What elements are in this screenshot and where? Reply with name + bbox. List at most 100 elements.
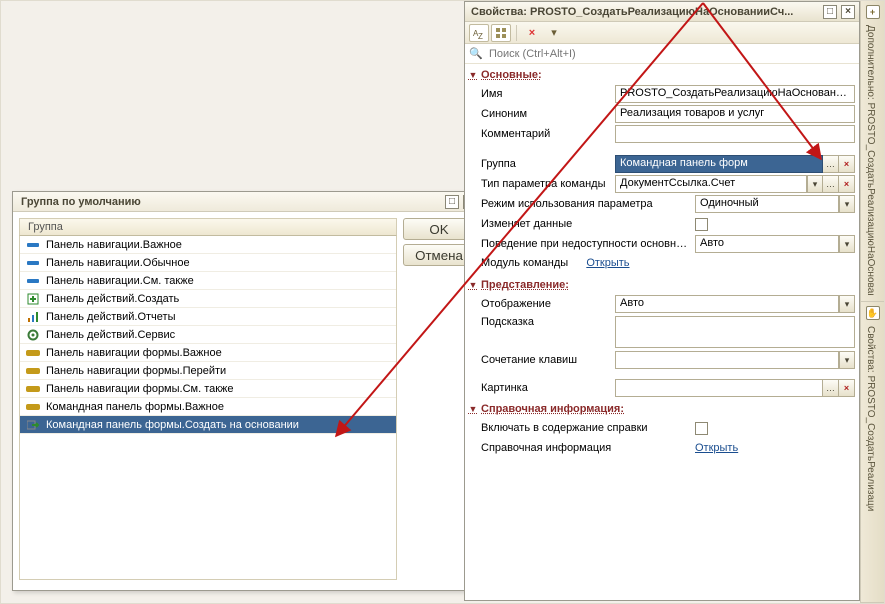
section-help-header[interactable]: ▼ Справочная информация:	[465, 400, 859, 418]
label-unavailability: Поведение при недоступности основного	[481, 238, 689, 250]
nav-seealso-icon	[26, 275, 40, 287]
hand-icon: ✋	[866, 306, 880, 320]
sort-az-icon[interactable]: AZ	[469, 24, 489, 42]
label-param-type: Тип параметра команды	[481, 178, 609, 190]
list-item[interactable]: Панель действий.Создать	[20, 290, 396, 308]
label-display: Отображение	[481, 298, 609, 310]
default-group-dialog: Группа по умолчанию □ × Группа Панель на…	[12, 191, 482, 591]
maximize-button[interactable]: □	[445, 195, 459, 209]
checkbox-include-help[interactable]	[695, 422, 708, 435]
side-tab-properties[interactable]: ✋ Свойства: PROSTO_СоздатьРеализаци	[861, 302, 884, 603]
label-comment: Комментарий	[481, 128, 609, 140]
list-item[interactable]: Панель навигации формы.Важное	[20, 344, 396, 362]
link-open-help[interactable]: Открыть	[695, 442, 738, 454]
field-unavailability[interactable]: Авто	[695, 235, 839, 253]
properties-titlebar: Свойства: PROSTO_СоздатьРеализациюНаОсно…	[465, 2, 859, 22]
clear-icon[interactable]: ×	[522, 24, 542, 42]
link-open-module[interactable]: Открыть	[586, 257, 629, 269]
clear-field-button[interactable]: ×	[839, 379, 855, 397]
label-synonym: Синоним	[481, 108, 609, 120]
list-column-header[interactable]: Группа	[19, 218, 397, 236]
label-param-mode: Режим использования параметра	[481, 198, 689, 210]
field-picture[interactable]	[615, 379, 823, 397]
properties-toolbar: AZ × ▾	[465, 22, 859, 44]
list-item-label: Панель действий.Сервис	[46, 329, 175, 341]
list-item-label: Панель навигации формы.См. также	[46, 383, 234, 395]
list-item[interactable]: Командная панель формы.Создать на основа…	[20, 416, 396, 434]
group-list[interactable]: Панель навигации.Важное Панель навигации.…	[19, 236, 397, 580]
dropdown-button[interactable]: ▾	[807, 175, 823, 193]
side-tab-additional[interactable]: + Дополнительно: PROSTO_СоздатьРеализаци…	[861, 1, 884, 302]
list-item-label: Панель действий.Отчеты	[46, 311, 176, 323]
list-item[interactable]: Панель навигации формы.См. также	[20, 380, 396, 398]
ellipsis-button[interactable]: …	[823, 155, 839, 173]
dropdown-button[interactable]: ▾	[839, 235, 855, 253]
maximize-button[interactable]: □	[823, 5, 837, 19]
list-item-label: Панель навигации формы.Перейти	[46, 365, 226, 377]
categorize-icon[interactable]	[491, 24, 511, 42]
section-main-header[interactable]: ▼ Основные:	[465, 66, 859, 84]
list-item-label: Панель навигации.См. также	[46, 275, 194, 287]
label-include-help: Включать в содержание справки	[481, 422, 689, 434]
list-item-label: Командная панель формы.Создать на основа…	[46, 419, 299, 431]
field-hint[interactable]	[615, 316, 855, 348]
list-item[interactable]: Командная панель формы.Важное	[20, 398, 396, 416]
collapse-icon[interactable]: ▼	[467, 279, 479, 291]
field-shortcut[interactable]	[615, 351, 839, 369]
field-param-type[interactable]: ДокументСсылка.Счет	[615, 175, 807, 193]
label-help-ref: Справочная информация	[481, 442, 689, 454]
label-hint: Подсказка	[481, 316, 609, 328]
dropdown-button[interactable]: ▾	[839, 295, 855, 313]
properties-title: Свойства: PROSTO_СоздатьРеализациюНаОсно…	[471, 6, 823, 18]
list-item-label: Панель навигации.Обычное	[46, 257, 190, 269]
label-shortcut: Сочетание клавиш	[481, 354, 609, 366]
form-nav-goto-icon	[26, 365, 40, 377]
form-cmd-create-icon	[26, 419, 40, 431]
dropdown-icon[interactable]: ▾	[544, 24, 564, 42]
action-reports-icon	[26, 311, 40, 323]
label-picture: Картинка	[481, 382, 609, 394]
list-item-label: Командная панель формы.Важное	[46, 401, 224, 413]
search-row: 🔍	[465, 44, 859, 64]
field-param-mode[interactable]: Одиночный	[695, 195, 839, 213]
dialog-title: Группа по умолчанию	[21, 196, 445, 208]
svg-text:Z: Z	[478, 32, 483, 39]
list-item[interactable]: Панель навигации.Важное	[20, 236, 396, 254]
form-cmd-important-icon	[26, 401, 40, 413]
ellipsis-button[interactable]: …	[823, 379, 839, 397]
clear-field-button[interactable]: ×	[839, 155, 855, 173]
nav-important-icon	[26, 239, 40, 251]
plus-icon: +	[866, 5, 880, 19]
collapse-icon[interactable]: ▼	[467, 69, 479, 81]
label-module: Модуль команды	[481, 257, 568, 269]
list-item[interactable]: Панель действий.Отчеты	[20, 308, 396, 326]
list-item[interactable]: Панель навигации.См. также	[20, 272, 396, 290]
field-comment[interactable]	[615, 125, 855, 143]
field-display[interactable]: Авто	[615, 295, 839, 313]
field-group[interactable]: Командная панель форм	[615, 155, 823, 173]
properties-panel: Свойства: PROSTO_СоздатьРеализациюНаОсно…	[464, 1, 860, 601]
dropdown-button[interactable]: ▾	[839, 351, 855, 369]
clear-field-button[interactable]: ×	[839, 175, 855, 193]
search-input[interactable]	[487, 46, 855, 62]
search-icon: 🔍	[469, 47, 483, 61]
list-item-label: Панель навигации формы.Важное	[46, 347, 222, 359]
list-item[interactable]: Панель навигации.Обычное	[20, 254, 396, 272]
checkbox-changes-data[interactable]	[695, 218, 708, 231]
form-nav-seealso-icon	[26, 383, 40, 395]
dropdown-button[interactable]: ▾	[839, 195, 855, 213]
action-create-icon	[26, 293, 40, 305]
nav-normal-icon	[26, 257, 40, 269]
close-button[interactable]: ×	[841, 5, 855, 19]
list-item[interactable]: Панель навигации формы.Перейти	[20, 362, 396, 380]
form-nav-important-icon	[26, 347, 40, 359]
field-synonym[interactable]: Реализация товаров и услуг	[615, 105, 855, 123]
collapse-icon[interactable]: ▼	[467, 403, 479, 415]
section-presentation-header[interactable]: ▼ Представление:	[465, 276, 859, 294]
ellipsis-button[interactable]: …	[823, 175, 839, 193]
label-name: Имя	[481, 88, 609, 100]
label-group: Группа	[481, 158, 609, 170]
side-tabs: + Дополнительно: PROSTO_СоздатьРеализаци…	[860, 1, 884, 603]
field-name[interactable]: PROSTO_СоздатьРеализациюНаОснованииСчета	[615, 85, 855, 103]
list-item[interactable]: Панель действий.Сервис	[20, 326, 396, 344]
